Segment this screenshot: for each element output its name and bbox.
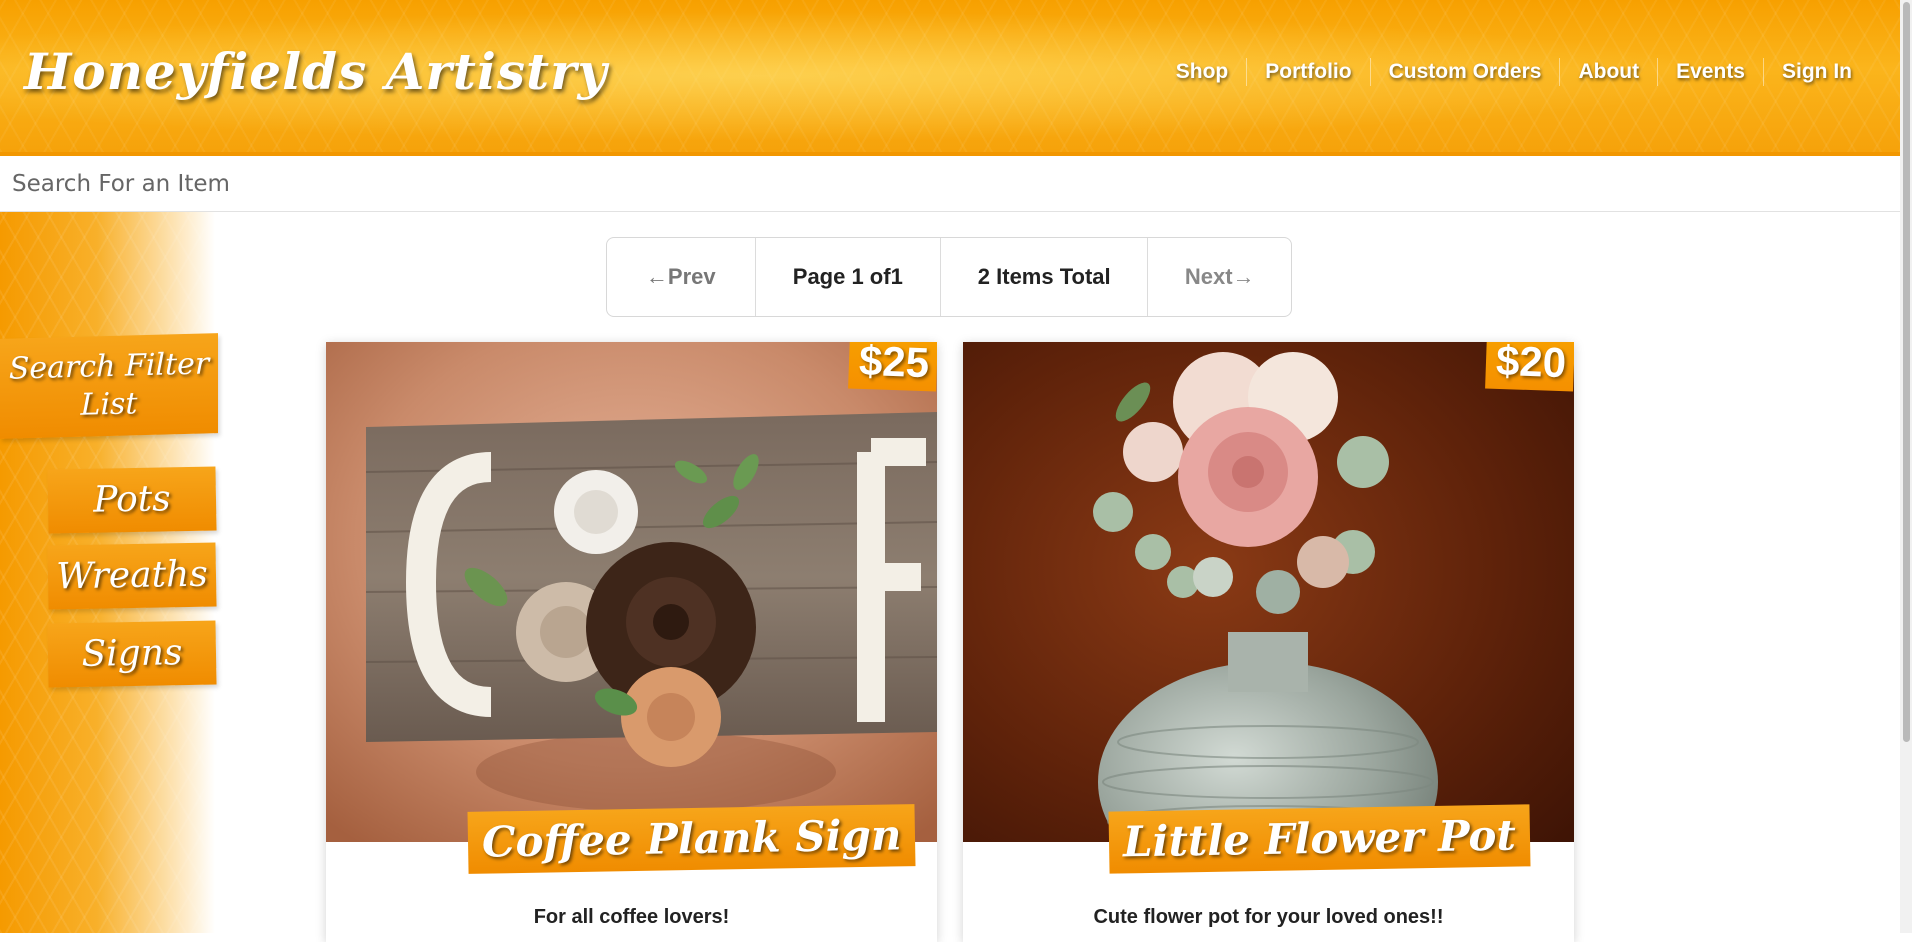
product-card[interactable]: $25 Coffee Plank Sign For all coffee lov… [326, 342, 937, 942]
filter-wreaths-button[interactable]: Wreaths [47, 542, 217, 610]
product-title: Little Flower Pot [1108, 804, 1531, 874]
sidebar: Search Filter List Pots Wreaths Signs [0, 212, 218, 933]
search-input[interactable] [0, 156, 1900, 211]
price-tag: $25 [848, 342, 937, 392]
site-header: Honeyfields Artistry Shop Portfolio Cust… [0, 0, 1900, 156]
nav-shop[interactable]: Shop [1158, 58, 1247, 86]
product-description: Cute flower pot for your loved ones!! [1093, 906, 1444, 928]
filter-pots-button[interactable]: Pots [47, 466, 217, 534]
nav-events[interactable]: Events [1657, 58, 1763, 86]
product-image: $25 [326, 342, 937, 842]
prev-page-button[interactable]: ← Prev [607, 238, 755, 316]
main-nav: Shop Portfolio Custom Orders About Event… [1158, 58, 1870, 86]
next-page-button[interactable]: Next → [1147, 238, 1291, 316]
product-image: $20 [963, 342, 1574, 842]
items-total: 2 Items Total [940, 238, 1147, 316]
search-filter-list-button[interactable]: Search Filter List [0, 333, 218, 439]
site-logo[interactable]: Honeyfields Artistry [24, 42, 608, 101]
arrow-left-icon: ← [645, 264, 668, 289]
prev-label: Prev [667, 264, 716, 289]
product-card[interactable]: $20 Little Flower Pot Cute flower pot fo… [963, 342, 1574, 942]
nav-about[interactable]: About [1559, 58, 1657, 86]
filter-signs-button[interactable]: Signs [47, 620, 217, 688]
next-label: Next [1184, 264, 1233, 289]
nav-custom-orders[interactable]: Custom Orders [1369, 58, 1560, 86]
pagination: ← Prev Page 1 of1 2 Items Total Next → [606, 237, 1292, 317]
page-scrollbar[interactable] [1900, 0, 1912, 933]
nav-sign-in[interactable]: Sign In [1763, 58, 1870, 86]
search-bar [0, 156, 1900, 212]
scrollbar-thumb[interactable] [1903, 2, 1910, 742]
arrow-right-icon: → [1232, 264, 1255, 289]
page-indicator: Page 1 of1 [754, 238, 940, 316]
price-tag: $20 [1485, 342, 1574, 392]
product-title: Coffee Plank Sign [467, 804, 916, 874]
product-description: For all coffee lovers! [533, 906, 730, 928]
nav-portfolio[interactable]: Portfolio [1246, 58, 1369, 86]
